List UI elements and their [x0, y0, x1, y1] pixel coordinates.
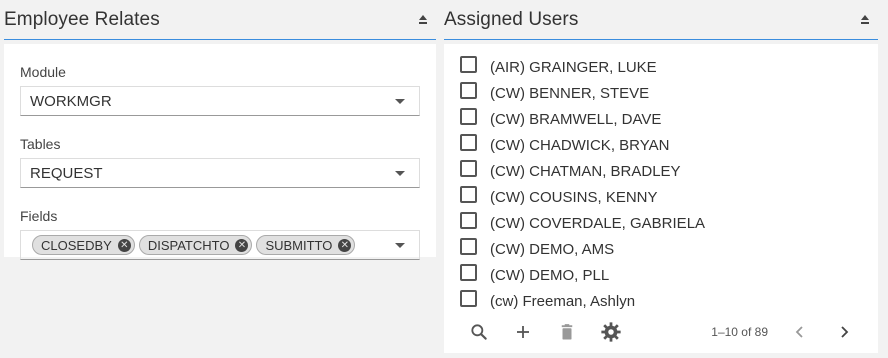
list-item: (CW) DEMO, AMS — [460, 236, 878, 262]
user-checkbox[interactable] — [460, 263, 477, 281]
collapse-icon[interactable] — [858, 13, 872, 27]
field-chip: DISPATCHTO ✕ — [138, 235, 253, 255]
employee-relates-header: Employee Relates — [4, 0, 436, 40]
chip-label: SUBMITTO — [265, 237, 333, 253]
user-label: (CW) DEMO, PLL — [490, 266, 610, 284]
tables-select[interactable]: REQUEST — [20, 158, 420, 188]
user-label: (CW) BRAMWELL, DAVE — [490, 110, 662, 128]
user-label: (CW) DEMO, AMS — [490, 240, 615, 258]
user-label: (CW) CHADWICK, BRYAN — [490, 136, 670, 154]
user-label: (CW) COUSINS, KENNY — [490, 188, 658, 206]
user-label: (AIR) GRAINGER, LUKE — [490, 58, 657, 76]
list-item: (AIR) GRAINGER, LUKE — [460, 54, 878, 80]
trash-icon[interactable] — [556, 321, 578, 343]
close-circle-icon[interactable]: ✕ — [117, 238, 131, 252]
chip-label: CLOSEDBY — [41, 237, 112, 253]
employee-relates-card: Module WORKMGR Tables REQUEST Fields CLO… — [4, 44, 436, 260]
module-select[interactable]: WORKMGR — [20, 86, 420, 116]
fields-label: Fields — [20, 208, 58, 224]
close-circle-icon[interactable]: ✕ — [338, 238, 352, 252]
assigned-users-card: (AIR) GRAINGER, LUKE (CW) BENNER, STEVE … — [444, 44, 878, 353]
user-label: (CW) COVERDALE, GABRIELA — [490, 214, 706, 232]
fields-chips: CLOSEDBY ✕ DISPATCHTO ✕ SUBMITTO ✕ — [32, 235, 356, 255]
user-checkbox[interactable] — [460, 237, 477, 255]
fields-multiselect[interactable]: CLOSEDBY ✕ DISPATCHTO ✕ SUBMITTO ✕ — [20, 230, 420, 260]
user-label: (CW) CHATMAN, BRADLEY — [490, 162, 681, 180]
user-checkbox[interactable] — [460, 289, 477, 307]
field-chip: SUBMITTO ✕ — [256, 235, 356, 255]
module-value: WORKMGR — [30, 92, 112, 110]
panel-title: Assigned Users — [444, 8, 579, 30]
list-item: (CW) BENNER, STEVE — [460, 80, 878, 106]
plus-icon[interactable] — [512, 321, 534, 343]
chevron-right-icon[interactable] — [832, 321, 856, 343]
close-circle-icon[interactable]: ✕ — [235, 238, 249, 252]
user-label: (CW) BENNER, STEVE — [490, 84, 650, 102]
chip-label: DISPATCHTO — [147, 237, 230, 253]
assigned-users-panel: Assigned Users (AIR) GRAINGER, LUKE (CW)… — [442, 0, 888, 353]
list-item: (CW) COUSINS, KENNY — [460, 184, 878, 210]
module-label: Module — [20, 64, 66, 80]
panel-title: Employee Relates — [4, 8, 160, 30]
user-checkbox[interactable] — [460, 55, 477, 73]
collapse-icon[interactable] — [416, 13, 430, 27]
user-list-footer: 1–10 of 89 — [444, 311, 878, 353]
list-item: (CW) COVERDALE, GABRIELA — [460, 210, 878, 236]
tables-label: Tables — [20, 136, 61, 152]
user-checkbox[interactable] — [460, 159, 477, 177]
caret-down-icon — [395, 242, 405, 248]
caret-down-icon — [395, 98, 405, 104]
employee-relates-panel: Employee Relates Module WORKMGR Tables R… — [0, 0, 438, 260]
search-icon[interactable] — [468, 321, 490, 343]
tables-value: REQUEST — [30, 164, 103, 182]
user-checkbox[interactable] — [460, 107, 477, 125]
user-list: (AIR) GRAINGER, LUKE (CW) BENNER, STEVE … — [444, 44, 878, 314]
chevron-left-icon[interactable] — [788, 321, 812, 343]
user-label: (cw) Freeman, Ashlyn — [490, 292, 636, 310]
gear-icon[interactable] — [600, 321, 622, 343]
field-chip: CLOSEDBY ✕ — [32, 235, 135, 255]
pagination-info: 1–10 of 89 — [711, 325, 768, 339]
list-item: (CW) BRAMWELL, DAVE — [460, 106, 878, 132]
user-checkbox[interactable] — [460, 185, 477, 203]
assigned-users-header: Assigned Users — [444, 0, 878, 40]
user-checkbox[interactable] — [460, 81, 477, 99]
list-item: (CW) CHATMAN, BRADLEY — [460, 158, 878, 184]
user-checkbox[interactable] — [460, 211, 477, 229]
list-item: (CW) CHADWICK, BRYAN — [460, 132, 878, 158]
caret-down-icon — [395, 170, 405, 176]
list-item: (CW) DEMO, PLL — [460, 262, 878, 288]
user-checkbox[interactable] — [460, 133, 477, 151]
